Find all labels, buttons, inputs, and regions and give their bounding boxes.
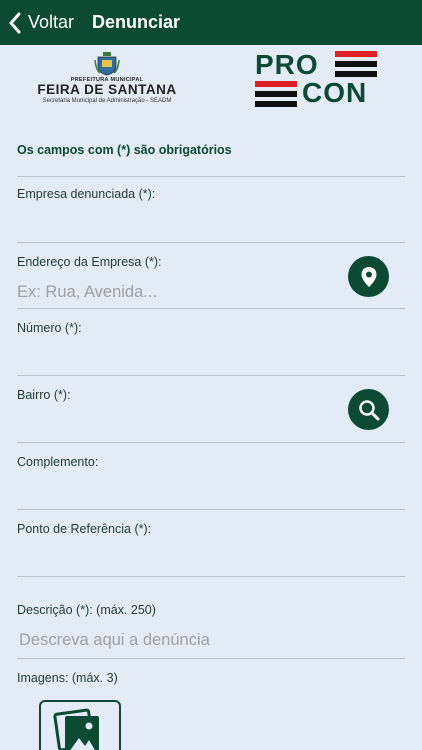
empresa-input[interactable] — [17, 213, 337, 237]
feira-logo-line3: Secretaria Municipal de Administração - … — [42, 98, 172, 104]
numero-input[interactable] — [17, 346, 337, 370]
numero-label: Número (*): — [17, 321, 82, 335]
procon-black-bar — [255, 101, 297, 107]
page-title: Denunciar — [92, 12, 181, 32]
imagens-label: Imagens: (máx. 3) — [17, 671, 118, 685]
procon-logo: PRO CON — [255, 49, 380, 107]
empresa-field: Empresa denunciada (*): — [17, 177, 405, 243]
empresa-label: Empresa denunciada (*): — [17, 187, 156, 201]
endereco-input[interactable] — [17, 280, 337, 304]
procon-black-bar — [335, 61, 377, 67]
search-bairro-button[interactable] — [348, 389, 389, 430]
location-button[interactable] — [348, 256, 389, 297]
back-button[interactable]: Voltar — [0, 0, 74, 45]
bairro-field: Bairro (*): — [17, 377, 405, 443]
descricao-input[interactable] — [19, 628, 399, 652]
referencia-field: Ponto de Referência (*): — [17, 511, 405, 577]
endereco-label: Endereço da Empresa (*): — [17, 255, 162, 269]
procon-logo-top: PRO — [255, 49, 319, 80]
add-image-button[interactable] — [39, 700, 121, 750]
descricao-label: Descrição (*): (máx. 250) — [17, 603, 156, 617]
complemento-label: Complemento: — [17, 455, 99, 469]
bairro-input[interactable] — [17, 413, 337, 437]
feira-de-santana-logo: PREFEITURA MUNICIPAL FEIRA DE SANTANA Se… — [36, 52, 178, 108]
referencia-label: Ponto de Referência (*): — [17, 522, 152, 536]
feira-logo-line2: FEIRA DE SANTANA — [37, 82, 177, 97]
descricao-field: Descrição (*): (máx. 250) — [17, 578, 405, 659]
required-fields-note: Os campos com (*) são obrigatórios — [17, 143, 232, 157]
procon-black-bar — [255, 91, 297, 97]
numero-field: Número (*): — [17, 310, 405, 376]
procon-logo-bottom: CON — [302, 77, 368, 108]
complemento-field: Complemento: — [17, 444, 405, 510]
back-label: Voltar — [28, 12, 75, 32]
endereco-field: Endereço da Empresa (*): — [17, 244, 405, 309]
coat-of-arms-icon — [94, 52, 120, 76]
search-icon — [358, 399, 379, 420]
procon-red-bar — [255, 81, 297, 87]
procon-red-bar — [335, 51, 377, 57]
top-bar: Voltar Denunciar — [0, 0, 422, 45]
chevron-left-icon — [9, 12, 21, 33]
bairro-label: Bairro (*): — [17, 388, 71, 402]
complemento-input[interactable] — [17, 480, 337, 504]
location-pin-icon — [361, 266, 376, 287]
referencia-input[interactable] — [17, 547, 337, 571]
image-gallery-icon — [53, 708, 99, 750]
